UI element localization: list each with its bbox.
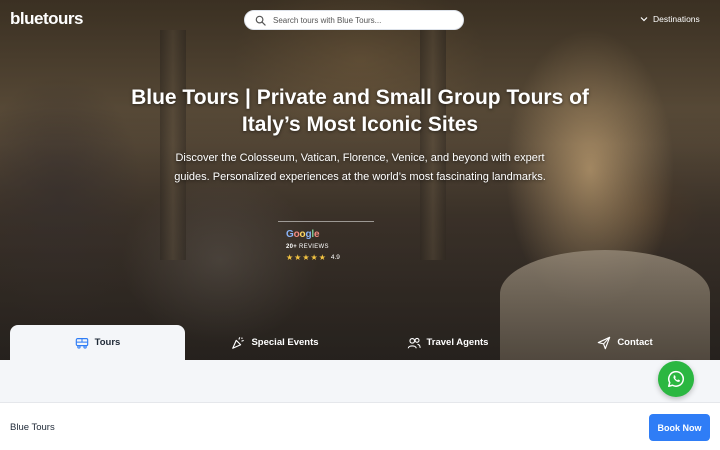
- whatsapp-button[interactable]: [658, 361, 694, 397]
- whatsapp-icon: [668, 370, 685, 387]
- search-icon: [255, 15, 266, 26]
- star-icon: ★: [310, 253, 318, 262]
- logo[interactable]: bluetours: [10, 9, 83, 29]
- page-title: Blue Tours | Private and Small Group Tou…: [131, 86, 589, 136]
- tab-label: Contact: [617, 337, 653, 348]
- destinations-menu[interactable]: Destinations: [640, 14, 700, 24]
- bus-icon: [75, 337, 88, 349]
- tab-tours[interactable]: Tours: [10, 325, 185, 360]
- reviews-count: 20+ REVIEWS: [286, 244, 329, 250]
- google-reviews-badge[interactable]: Google 20+ REVIEWS ★ ★ ★ ★ ★ 4.9: [278, 221, 374, 271]
- users-icon: [407, 337, 421, 348]
- sticky-footer-bar: Blue Tours Book Now: [0, 402, 720, 450]
- search-bar[interactable]: [244, 10, 464, 30]
- star-rating: ★ ★ ★ ★ ★ 4.9: [286, 253, 374, 262]
- chevron-down-icon: [640, 17, 648, 22]
- tab-contact[interactable]: Contact: [575, 325, 675, 360]
- main-content-area: [0, 360, 720, 402]
- tab-bar: Tours Special Events Travel Agents Conta…: [0, 325, 720, 360]
- tab-label: Special Events: [251, 337, 319, 348]
- party-popper-icon: [232, 336, 245, 349]
- book-now-button[interactable]: Book Now: [649, 414, 710, 441]
- tab-label: Tours: [94, 337, 121, 348]
- star-icon: ★: [318, 253, 326, 262]
- search-input[interactable]: [273, 15, 453, 25]
- rating-value: 4.9: [330, 254, 340, 261]
- star-icon: ★: [302, 253, 310, 262]
- star-icon: ★: [294, 253, 302, 262]
- destinations-label: Destinations: [653, 14, 700, 24]
- tab-special-events[interactable]: Special Events: [210, 325, 340, 360]
- google-logo: Google: [286, 229, 320, 240]
- tab-label: Travel Agents: [426, 337, 489, 348]
- paper-plane-icon: [598, 336, 611, 349]
- tab-travel-agents[interactable]: Travel Agents: [385, 325, 510, 360]
- star-icon: ★: [286, 253, 294, 262]
- footer-title: Blue Tours: [10, 422, 55, 433]
- hero-subtitle: Discover the Colosseum, Vatican, Florenc…: [174, 152, 546, 183]
